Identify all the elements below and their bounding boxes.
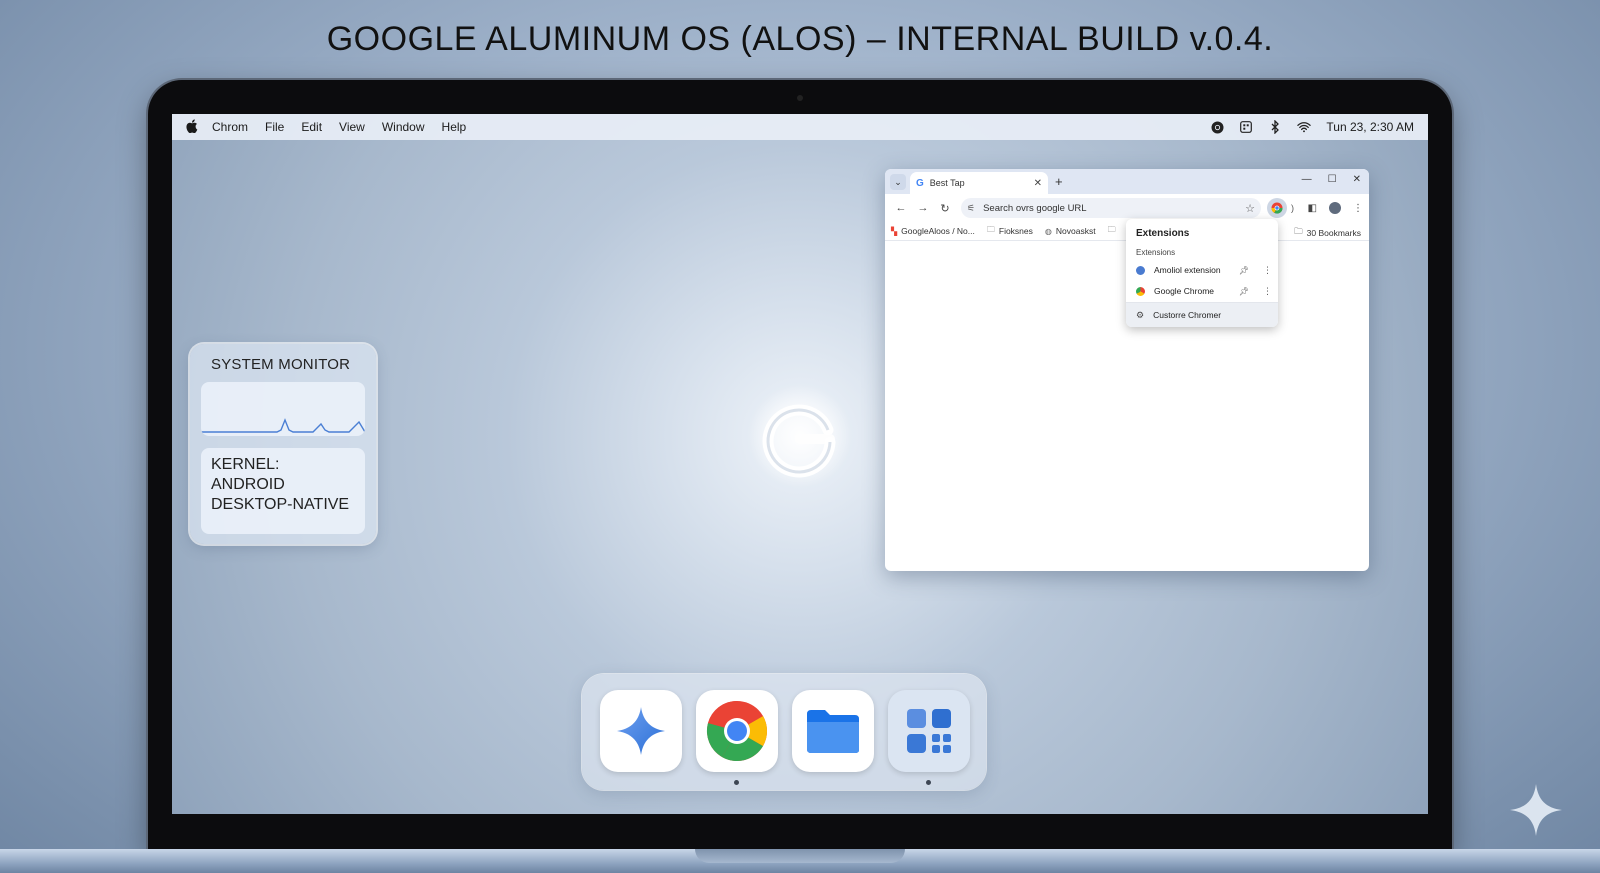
running-indicator [734, 780, 739, 785]
clock[interactable]: Tun 23, 2:30 AM [1326, 120, 1414, 134]
bookmark-label: Novoaskst [1055, 226, 1096, 236]
bookmark-item[interactable]: ▚ GoogleAloos / No... [891, 226, 975, 236]
reload-icon[interactable]: ↻ [935, 202, 955, 215]
google-favicon-icon: ▚ [891, 226, 898, 236]
extensions-popup: Extensions Extensions Amoliol extension … [1126, 219, 1278, 327]
bookmark-star-icon[interactable]: ☆ [1245, 202, 1255, 215]
profile-avatar[interactable] [1329, 202, 1341, 214]
site-settings-icon[interactable]: ⚟ [967, 203, 975, 214]
system-monitor-widget: SYSTEM MONITOR KERNEL: ANDROID DESKTOP-N… [190, 344, 376, 544]
kernel-line-1: KERNEL: [211, 456, 280, 473]
dock-app-launcher[interactable] [888, 690, 970, 772]
bookmark-item[interactable]: 🗀 Fioksnes [987, 224, 1033, 238]
omnibox-text: Search ovrs google URL [983, 202, 1087, 214]
dock-app-files[interactable] [792, 690, 874, 772]
pin-icon[interactable]: 📌︎ [1239, 287, 1249, 296]
tab-close-icon[interactable]: ✕ [1034, 178, 1042, 189]
toolbar-partial-icon: ) [1291, 203, 1294, 213]
kernel-line-2: ANDROID [211, 476, 285, 493]
maximize-icon[interactable]: ☐ [1328, 174, 1337, 185]
desktop: Chrom File Edit View Window Help Tun 23,… [172, 114, 1428, 814]
tab-title: Best Tap [929, 178, 965, 188]
dock [582, 674, 986, 790]
dock-app-gemini[interactable] [600, 690, 682, 772]
extensions-button[interactable] [1267, 198, 1287, 218]
bluetooth-icon[interactable] [1268, 120, 1282, 134]
back-arrow-icon[interactable]: ← [891, 202, 911, 214]
extension-label: Google Chrome [1154, 286, 1215, 296]
new-tab-button[interactable]: + [1055, 174, 1063, 189]
close-icon[interactable]: ✕ [1353, 174, 1361, 185]
cpu-graph [201, 382, 365, 436]
wifi-icon[interactable] [1297, 120, 1312, 134]
manage-extensions-button[interactable]: ⚙ Custorre Chromer [1126, 303, 1278, 327]
page-title: GOOGLE ALUMINUM OS (ALOS) – INTERNAL BUI… [326, 20, 1274, 58]
gemini-sparkle-icon [617, 707, 665, 755]
menu-window[interactable]: Window [382, 120, 425, 134]
bookmark-label: GoogleAloos / No... [901, 226, 975, 236]
forward-arrow-icon[interactable]: → [913, 202, 933, 214]
more-vert-icon[interactable]: ⋮ [1263, 286, 1272, 297]
kernel-info: KERNEL: ANDROID DESKTOP-NATIVE [201, 448, 365, 534]
menu-edit[interactable]: Edit [301, 120, 322, 134]
folder-icon[interactable]: 🗀 [1108, 224, 1116, 238]
more-vert-icon[interactable]: ⋮ [1263, 265, 1272, 276]
browser-tab[interactable]: G Best Tap ✕ [910, 172, 1048, 194]
globe-icon: ◍ [1044, 226, 1052, 236]
apple-logo-icon[interactable] [186, 118, 202, 136]
chrome-browser-window: ⌄ G Best Tap ✕ + — ☐ ✕ ← → ↻ ⚟ Search ov… [885, 169, 1369, 571]
chrome-icon [706, 700, 768, 762]
kebab-menu-icon[interactable]: ⋮ [1353, 203, 1363, 214]
kernel-line-3: DESKTOP-NATIVE [211, 496, 350, 513]
bookmark-item[interactable]: ◍ Novoaskst [1045, 226, 1096, 236]
extension-row[interactable]: Google Chrome 📌︎ ⋮ [1136, 284, 1272, 298]
menu-bar: Chrom File Edit View Window Help Tun 23,… [172, 114, 1428, 140]
google-favicon-icon: G [916, 177, 924, 189]
folder-icon [807, 710, 859, 753]
menu-view[interactable]: View [339, 120, 365, 134]
tab-strip: ⌄ G Best Tap ✕ + — ☐ ✕ [885, 169, 1369, 194]
extension-globe-icon [1136, 265, 1145, 275]
chrome-tray-icon[interactable] [1210, 120, 1224, 134]
widget-title: SYSTEM MONITOR [211, 356, 351, 373]
gear-icon: ⚙ [1136, 309, 1145, 320]
browser-toolbar: ← → ↻ ⚟ Search ovrs google URL ☆ ) ◧ ⋮ [885, 194, 1369, 222]
app-grid-icon [907, 709, 951, 753]
webcam [797, 95, 803, 101]
dock-app-chrome[interactable] [696, 690, 778, 772]
manage-extensions-label: Custorre Chromer [1153, 310, 1222, 320]
bookmark-label: Fioksnes [998, 226, 1033, 236]
folder-icon: 🗀 [1294, 226, 1303, 236]
menu-app-name[interactable]: Chrom [212, 120, 248, 134]
google-g-logo-icon [748, 384, 852, 488]
minimize-icon[interactable]: — [1302, 174, 1312, 185]
chrome-icon [1136, 286, 1145, 296]
running-indicator [926, 780, 931, 785]
laptop-base-notch [695, 849, 905, 863]
grid-square-icon[interactable] [1239, 120, 1253, 134]
window-controls: — ☐ ✕ [1302, 174, 1361, 185]
chevron-down-icon: ⌄ [894, 176, 902, 187]
side-panel-icon[interactable]: ◧ [1308, 203, 1317, 214]
all-bookmarks-button[interactable]: 🗀 30 Bookmarks [1294, 226, 1361, 240]
extension-row[interactable]: Amoliol extension 📌︎ ⋮ [1136, 263, 1272, 277]
extension-label: Amoliol extension [1154, 265, 1221, 275]
sparkle-watermark-icon [1510, 784, 1562, 836]
omnibox[interactable]: ⚟ Search ovrs google URL ☆ [961, 198, 1261, 218]
tab-search-button[interactable]: ⌄ [890, 174, 906, 190]
chrome-extension-icon [1271, 202, 1283, 214]
all-bookmarks-label: 30 Bookmarks [1306, 228, 1361, 238]
menu-file[interactable]: File [265, 120, 284, 134]
pin-icon[interactable]: 📌︎ [1239, 266, 1249, 275]
folder-icon: 🗀 [986, 225, 995, 234]
extensions-popup-subtitle: Extensions [1136, 248, 1176, 257]
extensions-popup-title: Extensions [1136, 228, 1190, 239]
menu-help[interactable]: Help [442, 120, 467, 134]
